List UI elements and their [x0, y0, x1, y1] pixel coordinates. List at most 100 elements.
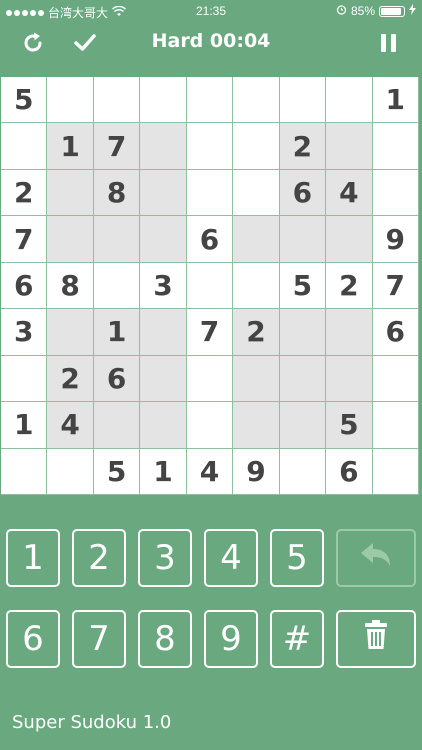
board-cell-r4c1[interactable]: 7 — [1, 216, 48, 263]
board-cell-r4c9[interactable]: 9 — [372, 216, 419, 263]
board-cell-r9c5[interactable]: 4 — [186, 448, 234, 495]
board-cell-r9c7[interactable] — [279, 448, 327, 495]
board-cell-r9c4[interactable]: 1 — [140, 448, 187, 495]
board-cell-r9c8[interactable]: 6 — [326, 448, 373, 495]
board-cell-r2c6[interactable] — [233, 123, 280, 170]
board-cell-r8c1[interactable]: 1 — [1, 402, 48, 449]
board-cell-r1c8[interactable] — [326, 77, 373, 124]
board-cell-r7c9[interactable] — [372, 355, 419, 403]
board-cell-r5c3[interactable] — [93, 262, 141, 310]
key-2[interactable]: 2 — [72, 529, 126, 587]
board-cell-r3c7[interactable]: 6 — [279, 169, 327, 217]
board-cell-r3c3[interactable]: 8 — [93, 169, 141, 217]
board-cell-r6c6[interactable]: 2 — [233, 309, 280, 356]
board-cell-r5c2[interactable]: 8 — [47, 262, 94, 310]
status-bar: 台湾大哥大 21:35 85% — [0, 0, 422, 22]
board-cell-r8c9[interactable] — [372, 402, 419, 449]
key-6[interactable]: 6 — [6, 610, 60, 668]
board-cell-r3c4[interactable] — [140, 169, 187, 217]
board-cell-r1c2[interactable] — [47, 77, 94, 124]
undo-button[interactable] — [336, 529, 416, 587]
trash-icon — [364, 619, 388, 659]
board-cell-r1c1[interactable]: 5 — [1, 77, 48, 124]
board-cell-r1c5[interactable] — [186, 77, 234, 124]
board-cell-r3c1[interactable]: 2 — [1, 169, 48, 217]
board-cell-r7c1[interactable] — [1, 355, 48, 403]
board-cell-r6c1[interactable]: 3 — [1, 309, 48, 356]
board-cell-r1c9[interactable]: 1 — [372, 77, 419, 124]
board-cell-r8c7[interactable] — [279, 402, 327, 449]
board-cell-r5c7[interactable]: 5 — [279, 262, 327, 310]
board-cell-r7c4[interactable] — [140, 355, 187, 403]
board-cell-r9c2[interactable] — [47, 448, 94, 495]
board-cell-r3c9[interactable] — [372, 169, 419, 217]
battery-percent: 85% — [350, 4, 375, 18]
board-cell-r7c5[interactable] — [186, 355, 234, 403]
delete-button[interactable] — [336, 610, 416, 668]
board-cell-r7c8[interactable] — [326, 355, 373, 403]
board-cell-r3c6[interactable] — [233, 169, 280, 217]
board-cell-r8c8[interactable]: 5 — [326, 402, 373, 449]
board-cell-r7c2[interactable]: 2 — [47, 355, 94, 403]
board-cell-r5c9[interactable]: 7 — [372, 262, 419, 310]
board-cell-r9c6[interactable]: 9 — [233, 448, 280, 495]
board-cell-r6c5[interactable]: 7 — [186, 309, 234, 356]
key-1[interactable]: 1 — [6, 529, 60, 587]
board-cell-r8c5[interactable] — [186, 402, 234, 449]
board-cell-r7c7[interactable] — [279, 355, 327, 403]
board-cell-r2c7[interactable]: 2 — [279, 123, 327, 170]
undo-icon — [359, 538, 393, 578]
board-cell-r8c2[interactable]: 4 — [47, 402, 94, 449]
board-cell-r1c4[interactable] — [140, 77, 187, 124]
board-cell-r2c8[interactable] — [326, 123, 373, 170]
board-cell-r3c8[interactable]: 4 — [326, 169, 373, 217]
key-8[interactable]: 8 — [138, 610, 192, 668]
board-cell-r4c7[interactable] — [279, 216, 327, 263]
board-cell-r1c7[interactable] — [279, 77, 327, 124]
board-cell-r7c6[interactable] — [233, 355, 280, 403]
key-9[interactable]: 9 — [204, 610, 258, 668]
key-3[interactable]: 3 — [138, 529, 192, 587]
board-cell-r6c4[interactable] — [140, 309, 187, 356]
board-cell-r4c4[interactable] — [140, 216, 187, 263]
key-5[interactable]: 5 — [270, 529, 324, 587]
key-7[interactable]: 7 — [72, 610, 126, 668]
board-cell-r9c9[interactable] — [372, 448, 419, 495]
board-cell-r4c2[interactable] — [47, 216, 94, 263]
board-cell-r5c1[interactable]: 6 — [1, 262, 48, 310]
board-cell-r5c4[interactable]: 3 — [140, 262, 187, 310]
board-cell-r8c6[interactable] — [233, 402, 280, 449]
board-cell-r4c3[interactable] — [93, 216, 141, 263]
board-cell-r6c9[interactable]: 6 — [372, 309, 419, 356]
board-cell-r7c3[interactable]: 6 — [93, 355, 141, 403]
board-cell-r4c5[interactable]: 6 — [186, 216, 234, 263]
board-cell-r2c1[interactable] — [1, 123, 48, 170]
board-cell-r1c6[interactable] — [233, 77, 280, 124]
board-cell-r2c3[interactable]: 7 — [93, 123, 141, 170]
board-cell-r9c3[interactable]: 5 — [93, 448, 141, 495]
board-cell-r3c2[interactable] — [47, 169, 94, 217]
alarm-icon — [336, 4, 347, 18]
battery-area: 85% — [336, 4, 416, 18]
board-cell-r6c7[interactable] — [279, 309, 327, 356]
board-cell-r4c8[interactable] — [326, 216, 373, 263]
board-cell-r6c3[interactable]: 1 — [93, 309, 141, 356]
pause-icon[interactable] — [374, 28, 404, 58]
board-cell-r3c5[interactable] — [186, 169, 234, 217]
board-cell-r8c4[interactable] — [140, 402, 187, 449]
key-notes[interactable]: # — [270, 610, 324, 668]
board-cell-r6c8[interactable] — [326, 309, 373, 356]
board-cell-r5c5[interactable] — [186, 262, 234, 310]
board-cell-r9c1[interactable] — [1, 448, 48, 495]
key-4[interactable]: 4 — [204, 529, 258, 587]
board-cell-r5c6[interactable] — [233, 262, 280, 310]
board-cell-r2c5[interactable] — [186, 123, 234, 170]
board-cell-r2c4[interactable] — [140, 123, 187, 170]
board-cell-r2c2[interactable]: 1 — [47, 123, 94, 170]
board-cell-r2c9[interactable] — [372, 123, 419, 170]
board-cell-r5c8[interactable]: 2 — [326, 262, 373, 310]
board-cell-r4c6[interactable] — [233, 216, 280, 263]
board-cell-r6c2[interactable] — [47, 309, 94, 356]
board-cell-r1c3[interactable] — [93, 77, 141, 124]
board-cell-r8c3[interactable] — [93, 402, 141, 449]
